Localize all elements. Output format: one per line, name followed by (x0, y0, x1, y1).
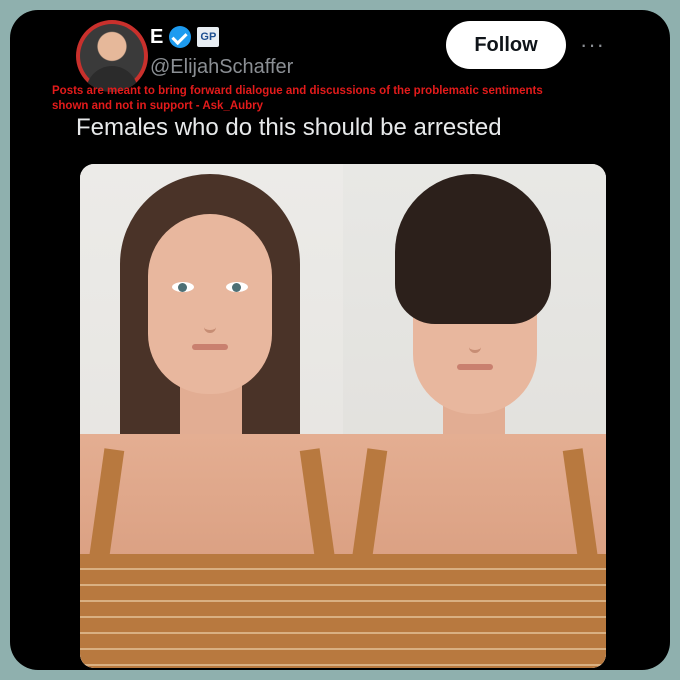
striped-top (80, 554, 343, 668)
mouth (457, 364, 493, 370)
tweet-card: E GP @ElijahSchaffer Follow ··· Posts ar… (10, 10, 670, 670)
mouth (192, 344, 228, 350)
disclaimer-overlay: Posts are meant to bring forward dialogu… (52, 85, 543, 112)
display-name[interactable]: E (150, 26, 163, 49)
more-options-icon[interactable]: ··· (580, 32, 605, 58)
verified-check-icon (169, 26, 192, 48)
follow-button[interactable]: Follow (446, 21, 566, 69)
tweet-media-image[interactable] (80, 164, 606, 668)
eye (172, 282, 194, 292)
hair (395, 174, 551, 324)
affiliation-badge[interactable]: GP (197, 27, 220, 47)
striped-top (343, 554, 606, 668)
eye (226, 282, 248, 292)
portrait-long-hair (80, 164, 343, 668)
portrait-short-hair (343, 164, 606, 668)
user-handle[interactable]: @ElijahSchaffer (150, 56, 293, 79)
nose (469, 324, 481, 353)
tweet-text: Females who do this should be arrested (76, 114, 502, 141)
nose (204, 304, 216, 333)
face (148, 214, 272, 394)
author-row: E GP (150, 24, 220, 50)
avatar[interactable] (76, 20, 148, 92)
